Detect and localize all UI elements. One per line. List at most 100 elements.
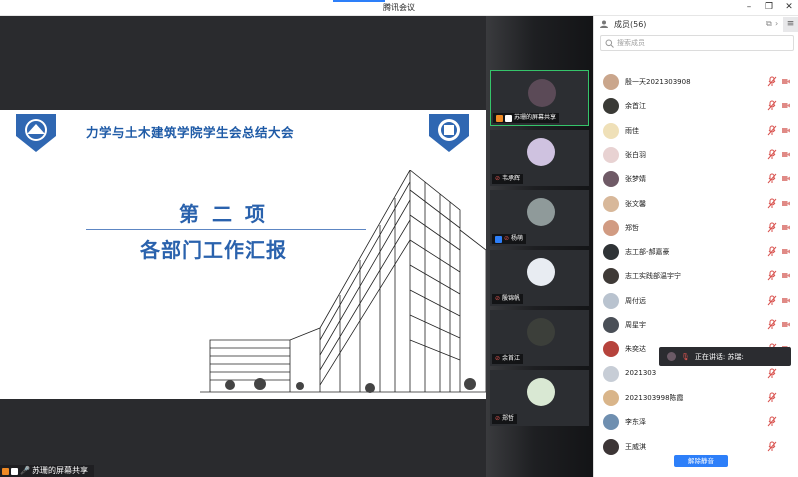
camera-off-icon[interactable] [782, 102, 790, 109]
camera-off-icon[interactable] [782, 321, 790, 328]
camera-off-icon[interactable] [782, 175, 790, 182]
member-name: 志工实践部温宇宁 [625, 272, 681, 281]
video-tile-name: 郑哲 [502, 415, 515, 422]
video-tile-name: 韦承辉 [502, 175, 521, 182]
panel-menu-button[interactable]: ≡ [783, 17, 798, 32]
building-sketch-icon [200, 170, 486, 393]
avatar [603, 292, 619, 309]
mic-muted-icon[interactable] [767, 270, 777, 281]
video-tile-label: ⊘ 殷锦帆 [492, 294, 524, 304]
member-name: 2021303998陈霞 [625, 393, 684, 402]
member-row[interactable]: 志工实践部温宇宁 [594, 264, 798, 288]
member-row[interactable]: 2021303998陈霞 [594, 386, 798, 410]
school-logo-left-icon [16, 114, 56, 152]
mic-icon: 🎙 [681, 352, 690, 361]
video-tile-name: 杨萌 [511, 235, 524, 242]
collapse-icon[interactable]: › [775, 19, 778, 28]
video-tile[interactable]: ⊘ 殷锦帆 [490, 250, 589, 306]
member-row[interactable]: 张文馨 [594, 192, 798, 216]
avatar [603, 389, 619, 406]
mic-muted-icon[interactable] [767, 319, 777, 330]
mic-muted-icon[interactable] [767, 441, 777, 452]
member-name: 张白羽 [625, 150, 646, 159]
avatar [603, 317, 619, 333]
mic-muted-icon[interactable] [767, 222, 777, 233]
camera-off-icon[interactable] [782, 297, 790, 304]
avatar [527, 378, 555, 406]
mic-muted-icon[interactable] [767, 76, 777, 87]
avatar [603, 146, 619, 163]
search-input[interactable]: 搜索成员 [600, 35, 794, 51]
member-name: 志工部-郝嘉豪 [625, 248, 670, 257]
school-logo-right-icon [429, 114, 469, 152]
mic-muted-icon[interactable] [767, 125, 777, 136]
member-row[interactable]: 郑哲 [594, 216, 798, 240]
video-tile[interactable]: ⊘ 郑哲 [490, 370, 589, 426]
minimize-button[interactable]: – [742, 1, 756, 14]
slide-subtitle: 力学与土木建筑学院学生会总结大会 [86, 125, 295, 140]
members-title: 成员(56) [614, 20, 647, 29]
window-title: 腾讯会议 [383, 3, 415, 12]
camera-off-icon[interactable] [782, 248, 790, 255]
mic-muted-icon[interactable] [767, 416, 777, 427]
member-row[interactable]: 殷一天2021303908 [594, 70, 798, 94]
member-row[interactable]: 周星宇 [594, 313, 798, 337]
mic-muted-icon[interactable] [767, 246, 777, 257]
mic-muted-icon: ⊘ [495, 415, 501, 422]
user-icon [495, 235, 502, 243]
member-name: 李东泽 [625, 418, 646, 427]
meeting-window: 腾讯会议 – ❐ ✕ 力学与土木建筑学院学生会总结大会 第 二 项 各部门工作汇… [0, 0, 798, 477]
camera-off-icon[interactable] [782, 127, 790, 134]
unmute-all-button[interactable]: 解除静音 [674, 455, 728, 467]
video-tile-label: 苏珊的屏幕共享 [493, 113, 560, 123]
avatar [603, 74, 619, 90]
mic-muted-icon: ⊘ [495, 355, 501, 362]
camera-off-icon[interactable] [782, 200, 790, 207]
member-row[interactable]: 志工部-郝嘉豪 [594, 240, 798, 264]
members-panel: 成员(56) ⧉ › ≡ 搜索成员 殷一天2021303908 余首江雨佳张白羽张… [593, 16, 798, 477]
mic-muted-icon: ⊘ [495, 295, 501, 302]
member-row[interactable]: 周付远 [594, 289, 798, 313]
close-button[interactable]: ✕ [782, 1, 796, 14]
member-row[interactable]: 余首江 [594, 94, 798, 118]
mic-muted-icon[interactable] [767, 368, 777, 379]
member-name: 余首江 [625, 102, 646, 111]
mic-muted-icon[interactable] [767, 198, 777, 209]
mic-muted-icon[interactable] [767, 149, 777, 160]
member-name: 周星宇 [625, 321, 646, 329]
camera-off-icon[interactable] [782, 272, 790, 279]
title-bar: 腾讯会议 – ❐ ✕ [0, 0, 798, 16]
speaking-text: 正在讲话: 苏瑞: [694, 352, 744, 361]
screen-icon [505, 114, 512, 122]
camera-off-icon[interactable] [782, 78, 790, 85]
avatar [603, 414, 619, 431]
avatar [527, 138, 555, 166]
maximize-button[interactable]: ❐ [762, 1, 776, 14]
video-tile[interactable]: ⊘ 杨萌 [490, 190, 589, 246]
speaker-avatar [667, 352, 676, 361]
mic-muted-icon: ⊘ [495, 175, 501, 182]
camera-off-icon[interactable] [782, 224, 790, 231]
mic-muted-icon[interactable] [767, 173, 777, 184]
mic-muted-icon[interactable] [767, 100, 777, 111]
mic-icon: 🎤 [20, 466, 30, 475]
member-row[interactable]: 张梦婧 [594, 167, 798, 191]
shared-screen-area[interactable]: 力学与土木建筑学院学生会总结大会 第 二 项 各部门工作汇报 🎤 苏珊的屏幕共享 [0, 16, 486, 477]
member-row[interactable]: 张白羽 [594, 143, 798, 167]
host-icon [496, 114, 503, 122]
video-tile[interactable]: 苏珊的屏幕共享 [490, 70, 589, 126]
member-name: 张文馨 [625, 199, 646, 208]
video-tile[interactable]: ⊘ 余首江 [490, 310, 589, 366]
screen-share-label-text: 苏珊的屏幕共享 [31, 466, 88, 475]
speaking-indicator: 🎙 正在讲话: 苏瑞: [659, 347, 791, 366]
mic-muted-icon[interactable] [767, 295, 777, 306]
camera-off-icon[interactable] [782, 151, 790, 158]
member-row[interactable]: 雨佳 [594, 119, 798, 143]
video-tile[interactable]: ⊘ 韦承辉 [490, 130, 589, 186]
video-tiles-column: 苏珊的屏幕共享 ⊘ 韦承辉 ⊘ 杨萌 ⊘ 殷锦帆 ⊘ 余首江 ⊘ 郑哲 [486, 16, 593, 477]
member-name: 周付远 [625, 296, 646, 305]
member-name: 朱奕达 [625, 345, 646, 354]
mic-muted-icon[interactable] [767, 392, 777, 403]
popout-icon[interactable]: ⧉ [766, 19, 772, 29]
member-row[interactable]: 李东泽 [594, 410, 798, 434]
